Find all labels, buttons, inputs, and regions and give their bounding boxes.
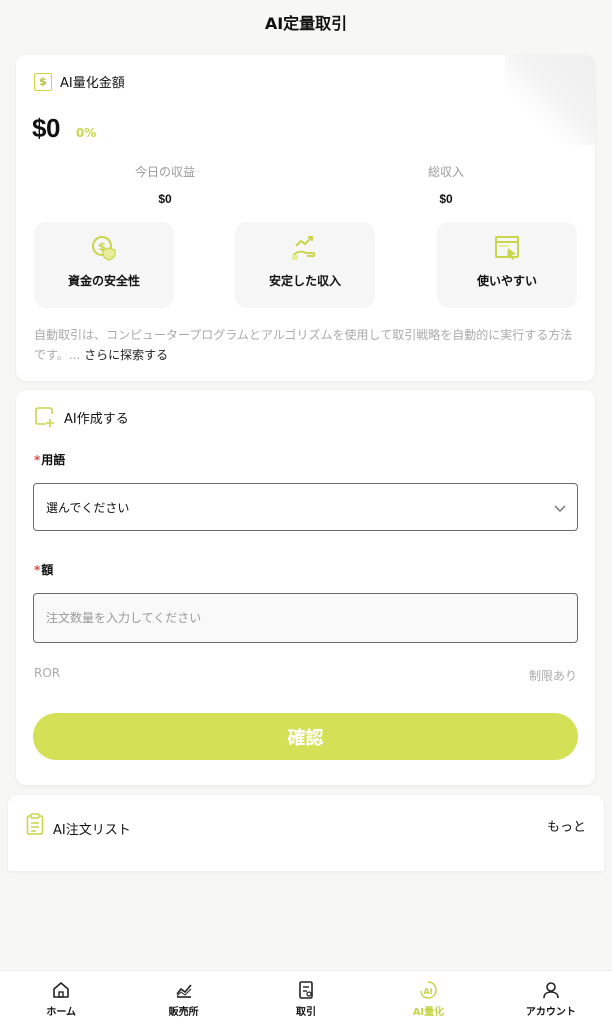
order-list-title: AI注文リスト: [53, 823, 131, 838]
confirm-button[interactable]: 確認: [33, 713, 578, 760]
create-label: AI作成する: [64, 411, 129, 427]
today-earnings-label: 今日の収益: [134, 165, 195, 179]
term-label: *用語: [34, 451, 65, 468]
chart-icon: [175, 984, 192, 998]
ai-icon: AI: [420, 981, 438, 999]
tab-label: 取引: [296, 1007, 317, 1018]
header: AI定量取引: [0, 0, 612, 48]
feature-easy-to-use: 使いやすい: [437, 222, 577, 308]
svg-text:AI: AI: [424, 987, 433, 996]
tab-home[interactable]: ホーム: [0, 971, 122, 1024]
explore-more-link[interactable]: さらに探索する: [84, 348, 168, 362]
feature-label: 資金の安全性: [67, 274, 140, 288]
amount-label-text: 額: [41, 563, 54, 577]
today-earnings: 今日の収益 $0: [95, 163, 235, 206]
user-icon: [543, 982, 559, 999]
today-earnings-value: $0: [158, 192, 172, 206]
amount-input[interactable]: [33, 593, 578, 643]
tab-market[interactable]: 販売所: [122, 971, 244, 1024]
summary-label: AI量化金額: [60, 76, 125, 91]
term-label-text: 用語: [41, 453, 66, 467]
clipboard-icon: [26, 813, 44, 835]
feature-label: 安定した収入: [268, 274, 341, 288]
home-icon: [53, 982, 70, 998]
chevron-down-icon: [554, 505, 566, 513]
order-list-card: AI注文リスト もっと: [8, 795, 604, 871]
amount-percent: 0%: [75, 126, 97, 140]
limit-label: 制限あり: [528, 669, 577, 683]
amount-row: $0 0%: [32, 113, 96, 144]
screen-cursor-icon: [495, 236, 519, 260]
tab-trade[interactable]: 取引: [245, 971, 367, 1024]
required-mark: *: [34, 563, 41, 577]
create-header: AI作成する: [34, 406, 129, 428]
hand-chart-icon: [292, 236, 316, 260]
total-amount: $0: [32, 113, 60, 143]
term-select-value: 選んでください: [46, 500, 130, 515]
total-income-value: $0: [439, 192, 453, 206]
tab-label: アカウント: [525, 1007, 576, 1018]
coin-shield-icon: $: [92, 236, 116, 261]
feature-fund-safety: $ 資金の安全性: [34, 222, 174, 308]
add-square-icon: [35, 407, 54, 427]
bottom-tab-bar: ホーム 販売所 取引 AI AI量化 アカウント: [0, 970, 612, 1024]
create-card: AI作成する *用語 選んでください *額 ROR 制限あり 確認: [16, 390, 595, 785]
order-list-more-link[interactable]: もっと: [547, 816, 586, 835]
total-income: 総収入 $0: [376, 163, 516, 206]
term-select[interactable]: 選んでください: [33, 483, 578, 531]
tab-account[interactable]: アカウント: [490, 971, 612, 1024]
feature-label: 使いやすい: [476, 274, 537, 288]
total-income-label: 総収入: [427, 165, 464, 179]
tab-label: 販売所: [168, 1007, 199, 1018]
tab-label: AI量化: [412, 1007, 445, 1018]
document-icon: [299, 981, 313, 999]
amount-label: *額: [34, 561, 53, 578]
dollar-icon: $: [34, 72, 52, 91]
tab-label: ホーム: [46, 1007, 77, 1018]
summary-header: $ AI量化金額: [34, 72, 125, 91]
feature-stable-income: 安定した収入: [235, 222, 375, 308]
tab-ai-quant[interactable]: AI AI量化: [367, 971, 489, 1024]
description-text: 自動取引は、コンピュータープログラムとアルゴリズムを使用して取引戦略を自動的に実…: [34, 325, 574, 365]
required-mark: *: [34, 453, 41, 467]
page-title: AI定量取引: [264, 14, 348, 33]
ror-label: ROR: [34, 666, 61, 680]
summary-card: $ AI量化金額 $0 0% 今日の収益 $0 総収入 $0 $ 資金の安全性 …: [16, 55, 595, 381]
corner-decoration: [505, 55, 595, 145]
